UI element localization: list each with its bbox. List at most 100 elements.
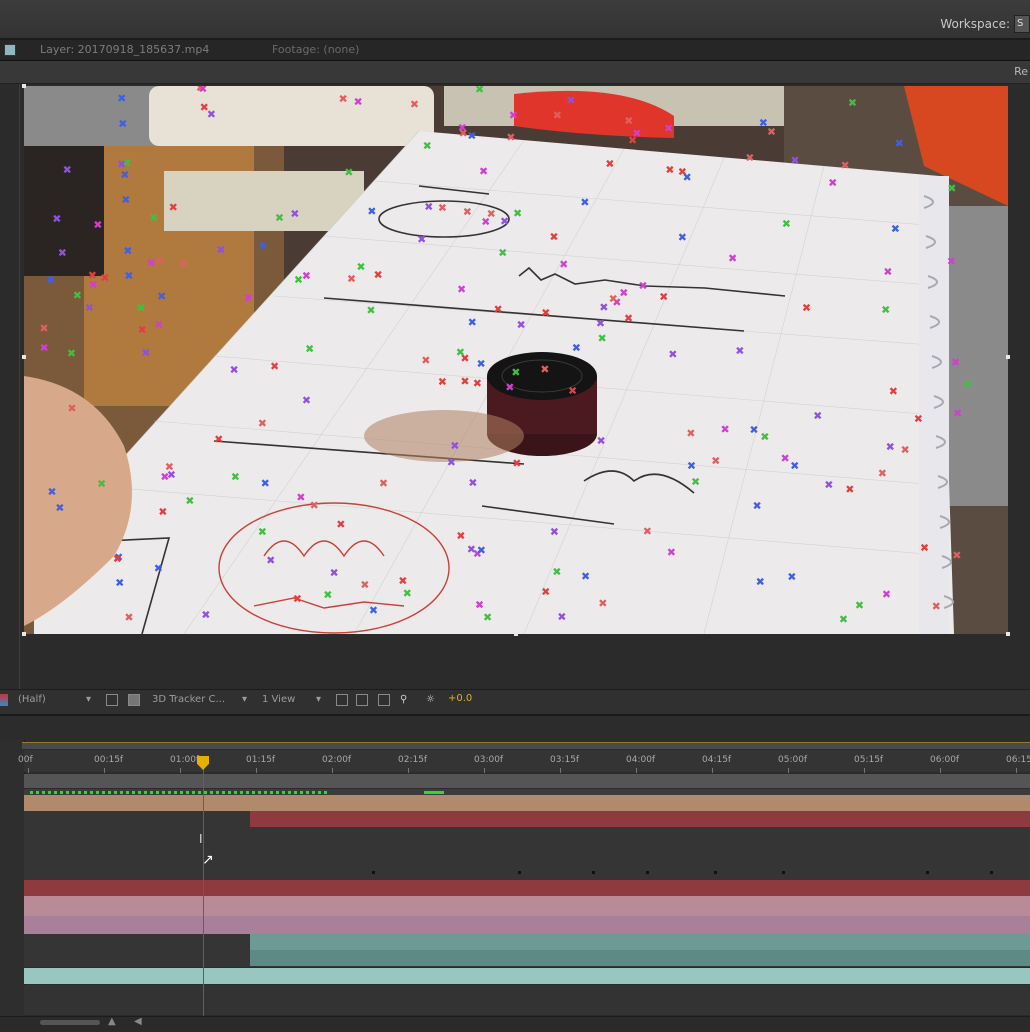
track-point-marker[interactable]: ✖ [619, 287, 628, 300]
track-point-marker[interactable]: ✖ [169, 201, 178, 214]
track-point-marker[interactable]: ✖ [200, 101, 209, 114]
track-point-marker[interactable]: ✖ [516, 319, 525, 332]
track-point-marker[interactable]: ✖ [329, 567, 338, 580]
track-point-marker[interactable]: ✖ [932, 600, 941, 613]
track-point-marker[interactable]: ✖ [85, 302, 94, 315]
track-point-marker[interactable]: ✖ [353, 96, 362, 109]
track-point-marker[interactable]: ✖ [52, 212, 61, 225]
track-point-marker[interactable]: ✖ [767, 126, 776, 139]
track-point-marker[interactable]: ✖ [360, 579, 369, 592]
track-point-marker[interactable]: ✖ [568, 384, 577, 397]
track-point-marker[interactable]: ✖ [185, 495, 194, 508]
track-point-marker[interactable]: ✖ [367, 205, 376, 218]
track-point-marker[interactable]: ✖ [735, 344, 744, 357]
track-point-marker[interactable]: ✖ [136, 302, 145, 315]
track-point-marker[interactable]: ✖ [498, 246, 507, 259]
track-point-marker[interactable]: ✖ [88, 269, 97, 282]
layer-handle-ml[interactable] [22, 355, 26, 359]
track-point-marker[interactable]: ✖ [790, 460, 799, 473]
tab-footage[interactable]: Footage: (none) [272, 43, 359, 56]
track-point-marker[interactable]: ✖ [855, 599, 864, 612]
track-point-marker[interactable]: ✖ [824, 479, 833, 492]
track-point-marker[interactable]: ✖ [749, 424, 758, 437]
zoom-slider[interactable] [40, 1020, 100, 1025]
track-point-marker[interactable]: ✖ [214, 433, 223, 446]
track-point-marker[interactable]: ✖ [293, 593, 302, 606]
track-point-marker[interactable]: ✖ [323, 589, 332, 602]
track-point-marker[interactable]: ✖ [463, 205, 472, 218]
track-point-marker[interactable]: ✖ [597, 332, 606, 345]
track-point-marker[interactable]: ✖ [624, 115, 633, 128]
track-point-marker[interactable]: ✖ [691, 475, 700, 488]
flowchart-icon[interactable]: ⚲ [400, 693, 407, 707]
track-point-marker[interactable]: ✖ [373, 268, 382, 281]
track-point-marker[interactable]: ✖ [752, 500, 761, 513]
keyframe[interactable] [592, 871, 595, 874]
track-point-marker[interactable]: ✖ [258, 239, 267, 252]
track-point-marker[interactable]: ✖ [459, 127, 468, 140]
track-point-marker[interactable]: ✖ [55, 502, 64, 515]
track-point-marker[interactable]: ✖ [883, 265, 892, 278]
track-point-marker[interactable]: ✖ [953, 407, 962, 420]
track-point-marker[interactable]: ✖ [67, 347, 76, 360]
track-point-marker[interactable]: ✖ [483, 611, 492, 624]
track-point-marker[interactable]: ✖ [952, 549, 961, 562]
zoom-in-icon[interactable]: ▲ [108, 1016, 116, 1027]
track-point-marker[interactable]: ✖ [889, 385, 898, 398]
track-point-marker[interactable]: ✖ [477, 544, 486, 557]
exposure-reset-icon[interactable]: ☼ [426, 693, 435, 707]
track-point-marker[interactable]: ✖ [336, 518, 345, 531]
layer-bar-lightteal[interactable] [24, 968, 1030, 984]
track-point-marker[interactable]: ✖ [58, 247, 67, 260]
track-point-marker[interactable]: ✖ [599, 301, 608, 314]
work-area-bar[interactable] [22, 742, 1030, 749]
layer-handle-mr[interactable] [1006, 355, 1010, 359]
track-point-marker[interactable]: ✖ [456, 346, 465, 359]
layer-bar-pink[interactable] [24, 896, 1030, 916]
track-point-marker[interactable]: ✖ [493, 303, 502, 316]
track-point-marker[interactable]: ✖ [305, 342, 314, 355]
track-point-marker[interactable]: ✖ [628, 134, 637, 147]
track-point-marker[interactable]: ✖ [296, 491, 305, 504]
track-point-marker[interactable]: ✖ [566, 94, 575, 107]
panel-menu-icon[interactable] [4, 44, 16, 56]
track-point-marker[interactable]: ✖ [963, 378, 972, 391]
track-point-marker[interactable]: ✖ [572, 342, 581, 355]
track-point-marker[interactable]: ✖ [840, 159, 849, 172]
time-navigator[interactable] [24, 774, 1030, 788]
layer-bar-teal[interactable] [250, 934, 1030, 950]
track-point-marker[interactable]: ✖ [580, 196, 589, 209]
keyframe[interactable] [990, 871, 993, 874]
track-point-marker[interactable]: ✖ [839, 613, 848, 626]
track-point-marker[interactable]: ✖ [505, 381, 514, 394]
keyframe[interactable] [926, 871, 929, 874]
scroll-left-icon[interactable]: ◀ [134, 1016, 142, 1027]
track-point-marker[interactable]: ✖ [467, 129, 476, 142]
tab-layer[interactable]: Layer: 20170918_185637.mp4 [40, 43, 209, 56]
track-point-marker[interactable]: ✖ [423, 139, 432, 152]
track-point-marker[interactable]: ✖ [467, 543, 476, 556]
workspace-dropdown[interactable]: S [1014, 15, 1030, 33]
track-point-marker[interactable]: ✖ [596, 435, 605, 448]
track-point-marker[interactable]: ✖ [756, 576, 765, 589]
track-point-marker[interactable]: ✖ [97, 478, 106, 491]
track-point-marker[interactable]: ✖ [828, 176, 837, 189]
track-point-marker[interactable]: ✖ [473, 377, 482, 390]
track-point-marker[interactable]: ✖ [310, 499, 319, 512]
track-point-marker[interactable]: ✖ [258, 417, 267, 430]
track-point-marker[interactable]: ✖ [447, 456, 456, 469]
track-point-marker[interactable]: ✖ [687, 459, 696, 472]
track-point-marker[interactable]: ✖ [46, 274, 55, 287]
track-point-marker[interactable]: ✖ [476, 357, 485, 370]
track-point-marker[interactable]: ✖ [760, 430, 769, 443]
track-point-marker[interactable]: ✖ [664, 122, 673, 135]
track-point-marker[interactable]: ✖ [67, 402, 76, 415]
mask-icon[interactable] [128, 694, 140, 706]
track-point-marker[interactable]: ✖ [460, 375, 469, 388]
track-point-marker[interactable]: ✖ [366, 304, 375, 317]
track-point-marker[interactable]: ✖ [421, 354, 430, 367]
keyframe[interactable] [646, 871, 649, 874]
track-point-marker[interactable]: ✖ [553, 109, 562, 122]
track-point-marker[interactable]: ✖ [347, 272, 356, 285]
track-point-marker[interactable]: ✖ [63, 164, 72, 177]
